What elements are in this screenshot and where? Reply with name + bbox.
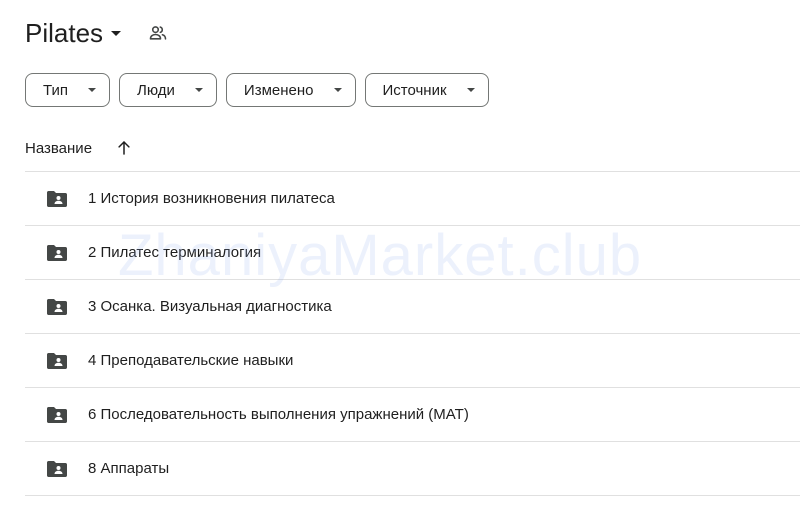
caret-down-icon	[111, 30, 122, 36]
shared-folder-icon	[45, 349, 69, 373]
list-item[interactable]: 3 Осанка. Визуальная диагностика	[25, 280, 800, 334]
list-item-label: 1 История возникновения пилатеса	[88, 190, 335, 207]
sort-by-name-header[interactable]: Название	[25, 140, 92, 157]
filter-type-chip[interactable]: Тип	[25, 73, 111, 107]
list-item[interactable]: 2 Пилатес терминалогия	[25, 226, 800, 280]
filter-people-chip[interactable]: Люди	[119, 73, 217, 107]
shared-folder-icon	[45, 295, 69, 319]
folder-title-button[interactable]: Pilates	[25, 17, 122, 49]
page-title: Pilates	[25, 17, 104, 48]
list-item-label: 2 Пилатес терминалогия	[88, 244, 262, 261]
list-item-label: 4 Преподавательские навыки	[88, 352, 294, 369]
filter-source-label: Источник	[382, 81, 447, 99]
list-item-label: 3 Осанка. Визуальная диагностика	[88, 298, 332, 315]
shared-folder-icon	[45, 457, 69, 481]
folder-header: Pilates	[25, 14, 169, 52]
list-item[interactable]: 1 История возникновения пилатеса	[25, 172, 800, 226]
list-item-label: 8 Аппараты	[88, 460, 170, 477]
arrow-up-icon[interactable]	[114, 138, 134, 158]
folder-list: 1 История возникновения пилатеса 2 Пилат…	[25, 171, 800, 496]
filter-modified-chip[interactable]: Изменено	[225, 73, 356, 107]
caret-down-icon	[88, 88, 97, 92]
caret-down-icon	[466, 88, 475, 92]
shared-folder-icon	[45, 187, 69, 211]
shared-people-icon[interactable]	[147, 22, 169, 44]
shared-folder-icon	[45, 403, 69, 427]
caret-down-icon	[333, 88, 342, 92]
list-item[interactable]: 4 Преподавательские навыки	[25, 334, 800, 388]
filter-source-chip[interactable]: Источник	[364, 73, 489, 107]
list-item[interactable]: 8 Аппараты	[25, 442, 800, 496]
filter-bar: Тип Люди Изменено Источник	[25, 73, 489, 107]
drive-folder-view: Pilates Тип Люди Изменено Источник Назва…	[0, 0, 800, 520]
list-column-header: Название	[25, 136, 134, 160]
shared-folder-icon	[45, 241, 69, 265]
filter-people-label: Люди	[137, 81, 175, 99]
filter-modified-label: Изменено	[243, 81, 314, 99]
caret-down-icon	[194, 88, 203, 92]
list-item-label: 6 Последовательность выполнения упражнен…	[88, 406, 469, 423]
filter-type-label: Тип	[43, 81, 69, 99]
list-item[interactable]: 6 Последовательность выполнения упражнен…	[25, 388, 800, 442]
